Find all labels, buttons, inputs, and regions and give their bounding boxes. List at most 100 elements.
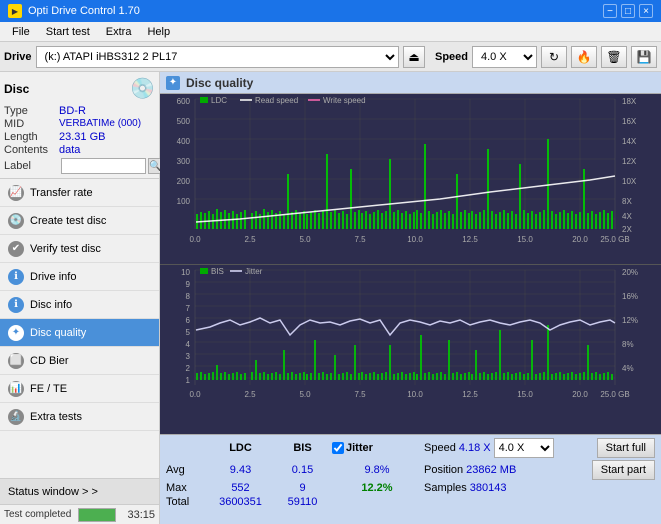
bis-svg: 10 9 8 7 6 5 4 3 2 1 20% 16% 12% 8% 4% [160,265,661,435]
svg-text:5.0: 5.0 [299,390,311,399]
max-label: Max [166,482,206,494]
sidebar-item-fe-te[interactable]: 📊 FE / TE [0,375,159,403]
svg-text:7: 7 [186,304,191,313]
nav-label-transfer-rate: Transfer rate [30,187,93,199]
maximize-button[interactable]: □ [621,4,635,18]
main-layout: Disc 💿 Type BD-R MID VERBATIMe (000) Len… [0,72,661,524]
svg-text:2: 2 [186,364,191,373]
jitter-avg: 9.8% [332,464,422,476]
disc-type-label: Type [4,105,59,117]
jitter-checkbox[interactable] [332,442,344,454]
total-label: Total [166,496,206,508]
svg-text:9: 9 [186,280,191,289]
burn-button[interactable]: 🔥 [571,46,597,68]
svg-text:200: 200 [177,177,191,186]
disc-title: Disc [4,82,29,96]
disc-contents-val: data [59,144,80,156]
svg-text:20%: 20% [622,268,638,277]
nav-label-fe-te: FE / TE [30,383,67,395]
sidebar-item-disc-quality[interactable]: ✦ Disc quality [0,319,159,347]
speed-quality-select[interactable]: 4.0 X 8.0 X [494,438,554,458]
svg-text:8%: 8% [622,340,634,349]
refresh-button[interactable]: ↻ [541,46,567,68]
svg-text:8X: 8X [622,197,632,206]
svg-text:15.0: 15.0 [517,390,533,399]
disc-mid-val: VERBATIMe (000) [59,118,141,130]
svg-text:2.5: 2.5 [244,390,256,399]
menu-extra[interactable]: Extra [98,24,140,40]
svg-text:4X: 4X [622,212,632,221]
progress-area: Test completed 33:15 [0,504,159,524]
close-button[interactable]: × [639,4,653,18]
drive-info-icon: ℹ [8,269,24,285]
disc-label-label: Label [4,160,59,172]
drive-select[interactable]: (k:) ATAPI iHBS312 2 PL17 [36,46,399,68]
sidebar-item-transfer-rate[interactable]: 📈 Transfer rate [0,179,159,207]
svg-text:LDC: LDC [211,96,227,105]
start-full-button[interactable]: Start full [597,438,655,458]
svg-text:100: 100 [177,197,191,206]
stats-header-row: LDC BIS Jitter Speed 4.18 X 4.0 X 8.0 X … [166,438,655,458]
svg-text:7.5: 7.5 [354,390,366,399]
disc-length-val: 23.31 GB [59,131,105,143]
svg-text:1: 1 [186,376,191,385]
disc-type-val: BD-R [59,105,86,117]
sidebar-item-extra-tests[interactable]: 🔬 Extra tests [0,403,159,431]
disc-label-input[interactable] [61,158,146,174]
status-window-button[interactable]: Status window > > [0,478,159,504]
action-buttons: Start full [597,438,655,458]
erase-button[interactable]: 🗑 [601,46,627,68]
samples-value: 380143 [470,482,507,494]
speed-select[interactable]: 4.0 X 8.0 X 1.0 X 2.0 X [472,46,537,68]
svg-text:2.5: 2.5 [244,235,256,244]
bis-total: 59110 [275,496,330,508]
sidebar-item-cd-bier[interactable]: ⬜ CD Bier [0,347,159,375]
samples-label: Samples [424,482,467,494]
svg-text:10.0: 10.0 [407,235,423,244]
stats-avg-row: Avg 9.43 0.15 9.8% Position 23862 MB Sta… [166,460,655,480]
menu-help[interactable]: Help [139,24,178,40]
svg-text:7.5: 7.5 [354,235,366,244]
ldc-chart: 600 500 400 300 200 100 18X 16X 14X 12X … [160,94,661,265]
speed-value: 4.18 X [459,442,491,454]
transfer-rate-icon: 📈 [8,185,24,201]
samples-area: Samples 380143 [424,482,655,494]
titlebar-controls[interactable]: − □ × [603,4,653,18]
sidebar: Disc 💿 Type BD-R MID VERBATIMe (000) Len… [0,72,160,524]
start-part-button[interactable]: Start part [592,460,655,480]
nav-label-verify-test-disc: Verify test disc [30,243,101,255]
menu-file[interactable]: File [4,24,38,40]
menubar: File Start test Extra Help [0,22,661,42]
position-value: 23862 MB [466,464,516,476]
disc-type-row: Type BD-R [4,105,155,117]
menu-start-test[interactable]: Start test [38,24,98,40]
content-area: ✦ Disc quality [160,72,661,524]
ldc-avg: 9.43 [208,464,273,476]
disc-panel: Disc 💿 Type BD-R MID VERBATIMe (000) Len… [0,72,159,179]
sidebar-item-disc-info[interactable]: ℹ Disc info [0,291,159,319]
extra-tests-icon: 🔬 [8,409,24,425]
svg-text:10X: 10X [622,177,637,186]
ldc-svg: 600 500 400 300 200 100 18X 16X 14X 12X … [160,94,661,264]
svg-text:3: 3 [186,352,191,361]
svg-text:5: 5 [186,328,191,337]
svg-text:12.5: 12.5 [462,235,478,244]
svg-text:25.0 GB: 25.0 GB [600,235,629,244]
sidebar-item-create-test-disc[interactable]: 💿 Create test disc [0,207,159,235]
svg-text:5.0: 5.0 [299,235,311,244]
svg-text:0.0: 0.0 [189,235,201,244]
eject-button[interactable]: ⏏ [403,46,425,68]
save-button[interactable]: 💾 [631,46,657,68]
svg-text:0.0: 0.0 [189,390,201,399]
sidebar-item-verify-test-disc[interactable]: ✔ Verify test disc [0,235,159,263]
progress-status: Test completed [4,509,74,520]
minimize-button[interactable]: − [603,4,617,18]
sidebar-item-drive-info[interactable]: ℹ Drive info [0,263,159,291]
svg-text:25.0 GB: 25.0 GB [600,390,629,399]
app-icon: ▶ [8,4,22,18]
disc-length-row: Length 23.31 GB [4,131,155,143]
fe-te-icon: 📊 [8,381,24,397]
cd-bier-icon: ⬜ [8,353,24,369]
disc-quality-icon: ✦ [8,325,24,341]
progress-time: 33:15 [120,509,155,521]
